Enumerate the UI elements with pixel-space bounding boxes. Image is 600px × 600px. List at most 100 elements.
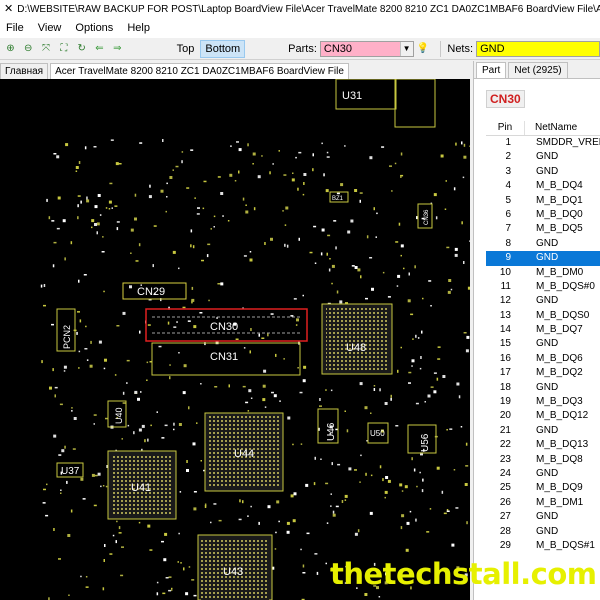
table-row[interactable]: 19 M_B_DQ3 [486,395,600,409]
table-row[interactable]: 9 GND [486,251,600,266]
table-row[interactable]: 1 SMDDR_VREF_ [486,136,600,150]
table-row[interactable]: 7 M_B_DQ5 [486,222,600,236]
tab-net[interactable]: Net (2925) [508,62,568,78]
table-row[interactable]: 8 GND [486,237,600,251]
board-pad [70,509,73,513]
board-pad [463,143,466,147]
board-pad [200,460,202,462]
menu-file[interactable]: File [6,22,24,34]
board-pad [197,207,200,209]
board-pad [274,548,277,550]
board-pad [333,220,337,222]
table-row[interactable]: 24 GND [486,467,600,481]
table-row[interactable]: 27 GND [486,510,600,524]
board-pad [134,390,138,394]
table-row[interactable]: 25 M_B_DQ9 [486,481,600,495]
table-row[interactable]: 3 GND [486,165,600,179]
column-header-pin[interactable]: Pin [486,121,524,135]
board-pad [167,321,170,325]
board-pad [64,257,66,261]
menu-options[interactable]: Options [75,22,113,34]
lightbulb-icon[interactable]: 💡 [417,42,430,56]
table-row[interactable]: 21 GND [486,424,600,438]
pin-cell: 16 [499,352,511,364]
board-pad [97,472,101,476]
board-pad [412,338,414,340]
board-pad [147,324,151,326]
nets-value: GND [480,42,505,55]
board-pad [146,361,149,364]
board-pad [337,463,341,466]
table-row[interactable]: 12 GND [486,294,600,308]
table-row[interactable]: 29 M_B_DQS#1 [486,539,600,553]
board-pad [250,328,252,331]
board-pad [61,449,65,453]
zoom-in-icon[interactable]: ⊕ [4,42,17,56]
board-svg[interactable]: U31 CN29 CN30 CN31 PCN2 U48 U40 U44 U46 [0,79,470,600]
table-row[interactable]: 13 M_B_DQS0 [486,309,600,323]
table-row[interactable]: 23 M_B_DQ8 [486,453,600,467]
table-row[interactable]: 22 M_B_DQ13 [486,438,600,452]
zoom-box-icon[interactable]: ⛶ [57,42,70,56]
table-row[interactable]: 6 M_B_DQ0 [486,208,600,222]
board-pad [217,283,221,285]
board-pad [414,265,416,269]
board-pad [290,315,294,317]
nets-combobox[interactable]: GND [476,40,600,57]
board-pad [409,510,412,513]
board-pad [369,511,373,515]
side-bottom-button[interactable]: Bottom [200,39,246,58]
forward-arrow-icon[interactable]: ⇒ [111,42,124,56]
board-pad [408,371,412,374]
board-pad [267,333,269,337]
table-row[interactable]: 15 GND [486,337,600,351]
board-pad [89,364,93,368]
board-pad [164,424,168,427]
table-row[interactable]: 4 M_B_DQ4 [486,179,600,193]
zoom-fit-icon[interactable]: ⤧ [40,42,53,56]
board-pad [116,227,119,231]
board-pad [179,491,182,493]
table-row[interactable]: 2 GND [486,150,600,164]
board-pad [303,365,307,369]
board-pad [287,416,291,420]
side-top-button[interactable]: Top [173,41,199,57]
column-header-netname[interactable]: NetName [524,121,600,135]
board-pad [243,255,247,257]
parts-combobox[interactable]: CN30 ▼ [319,40,414,57]
table-row[interactable]: 26 M_B_DM1 [486,496,600,510]
table-row[interactable]: 28 GND [486,525,600,539]
chevron-down-icon[interactable]: ▼ [399,41,413,56]
back-arrow-icon[interactable]: ⇐ [93,42,106,56]
board-pad [82,498,86,500]
board-pad [379,388,381,392]
board-pad [141,424,145,428]
table-row[interactable]: 14 M_B_DQ7 [486,323,600,337]
board-pad [320,458,322,460]
menu-view[interactable]: View [38,22,62,34]
table-row[interactable]: 11 M_B_DQS#0 [486,280,600,294]
table-row[interactable]: 16 M_B_DQ6 [486,352,600,366]
table-row[interactable]: 10 M_B_DM0 [486,266,600,280]
table-row[interactable]: 18 GND [486,381,600,395]
board-pad [298,237,300,241]
table-row[interactable]: 17 M_B_DQ2 [486,366,600,380]
board-pad [293,298,297,300]
tab-home[interactable]: Главная [0,63,49,79]
netname-cell: M_B_DQS#1 [536,539,595,551]
tab-boardview-file[interactable]: Acer TravelMate 8200 8210 ZC1 DA0ZC1MBAF… [50,63,349,79]
zoom-out-icon[interactable]: ⊖ [22,42,35,56]
table-row[interactable]: 20 M_B_DQ12 [486,409,600,423]
board-pad [80,477,84,481]
board-pad [43,488,46,491]
board-pad [462,176,465,179]
board-pad [129,285,132,289]
netname-cell: M_B_DQ0 [536,208,583,220]
tab-part[interactable]: Part [476,62,507,78]
menu-help[interactable]: Help [127,22,150,34]
board-pad [42,502,46,504]
rotate-icon[interactable]: ↻ [75,42,88,56]
board-pad [464,483,468,486]
board-canvas[interactable]: U31 CN29 CN30 CN31 PCN2 U48 U40 U44 U46 [0,79,470,600]
table-row[interactable]: 5 M_B_DQ1 [486,194,600,208]
